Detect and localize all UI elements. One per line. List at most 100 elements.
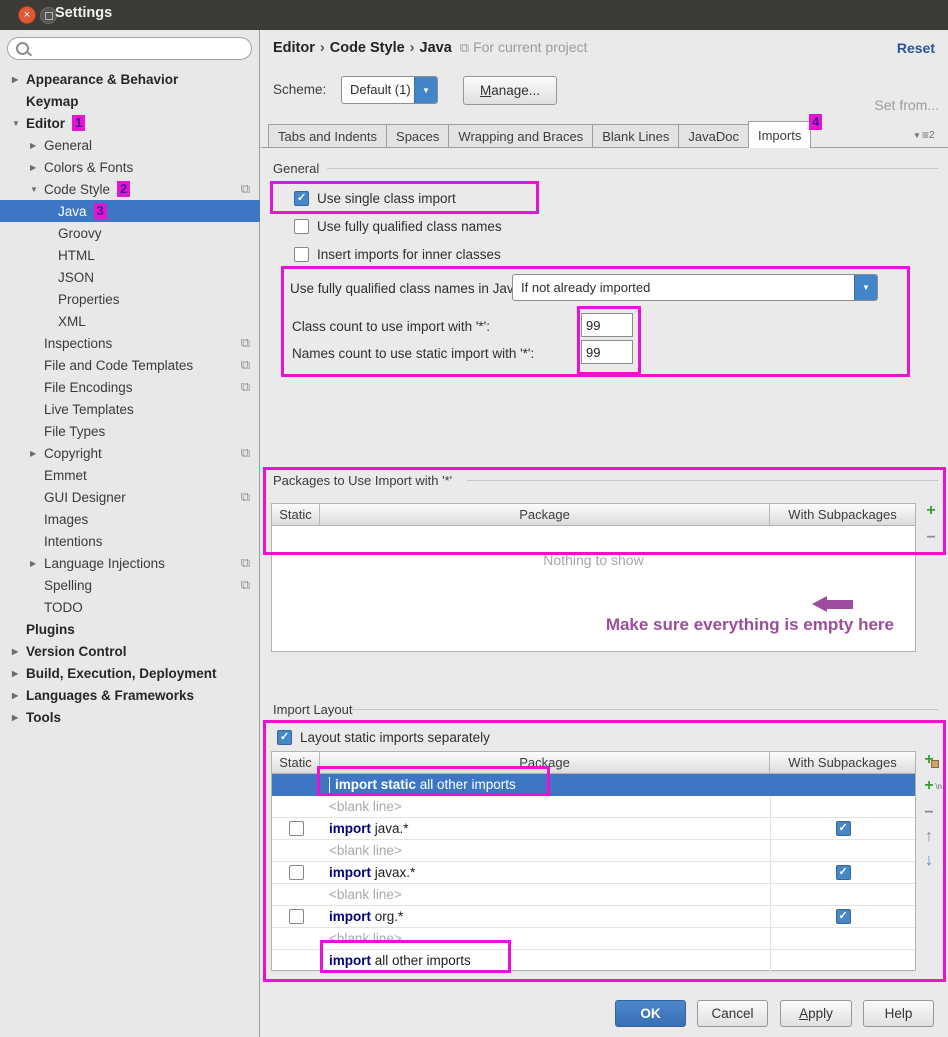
apply-button[interactable]: Apply	[780, 1000, 852, 1027]
chevron-down-icon[interactable]: ▼	[414, 77, 437, 103]
import-layout-blank-row[interactable]: <blank line>	[272, 884, 915, 906]
static-count-input[interactable]	[581, 340, 633, 364]
sidebar-item-file-and-code-templates[interactable]: File and Code Templates⧉	[0, 354, 260, 376]
sidebar-item-groovy[interactable]: Groovy	[0, 222, 260, 244]
sidebar-item-emmet[interactable]: Emmet	[0, 464, 260, 486]
sidebar-item-plugins[interactable]: Plugins	[0, 618, 260, 640]
search-box[interactable]	[7, 37, 252, 60]
tree-right-arrow-icon[interactable]: ▶	[12, 713, 26, 722]
tab-blank-lines[interactable]: Blank Lines	[592, 124, 679, 148]
search-input[interactable]	[34, 40, 251, 57]
sidebar-item-version-control[interactable]: ▶Version Control	[0, 640, 260, 662]
sidebar-item-spelling[interactable]: Spelling⧉	[0, 574, 260, 596]
close-icon[interactable]: ×	[18, 6, 36, 24]
sidebar-item-json[interactable]: JSON	[0, 266, 260, 288]
cancel-button[interactable]: Cancel	[697, 1000, 768, 1027]
tab-tabs-and-indents[interactable]: Tabs and Indents	[268, 124, 387, 148]
subpackages-checkbox[interactable]	[836, 909, 851, 924]
subpackages-checkbox[interactable]	[836, 865, 851, 880]
sidebar-item-general[interactable]: ▶General	[0, 134, 260, 156]
ok-button[interactable]: OK	[615, 1000, 686, 1027]
hidden-tabs-indicator[interactable]: ▼ ≡ 2	[913, 128, 935, 142]
remove-icon[interactable]: −	[920, 529, 942, 547]
sidebar-item-gui-designer[interactable]: GUI Designer⧉	[0, 486, 260, 508]
column-header-static[interactable]: Static	[272, 752, 320, 773]
layout-static-checkbox[interactable]	[277, 730, 292, 745]
breadcrumb-code-style[interactable]: Code Style	[330, 40, 405, 56]
tree-down-arrow-icon[interactable]: ▼	[30, 185, 44, 194]
static-checkbox[interactable]	[289, 821, 304, 836]
tree-right-arrow-icon[interactable]: ▶	[30, 559, 44, 568]
class-count-input[interactable]	[581, 313, 633, 337]
move-up-icon[interactable]: ↑	[918, 828, 940, 846]
sidebar-item-java[interactable]: Java3	[0, 200, 260, 222]
sidebar-item-build-execution-deployment[interactable]: ▶Build, Execution, Deployment	[0, 662, 260, 684]
chevron-down-icon[interactable]: ▼	[854, 275, 877, 300]
sidebar-item-editor[interactable]: ▼Editor1	[0, 112, 260, 134]
import-layout-row[interactable]: import static all other imports	[272, 774, 915, 796]
sidebar-item-live-templates[interactable]: Live Templates	[0, 398, 260, 420]
column-header-subpackages[interactable]: With Subpackages	[770, 752, 915, 773]
sidebar-item-keymap[interactable]: Keymap	[0, 90, 260, 112]
tree-right-arrow-icon[interactable]: ▶	[12, 691, 26, 700]
tree-right-arrow-icon[interactable]: ▶	[12, 647, 26, 656]
add-package-icon[interactable]: +	[918, 751, 940, 769]
sidebar-item-inspections[interactable]: Inspections⧉	[0, 332, 260, 354]
add-icon[interactable]: +	[920, 502, 942, 520]
sidebar-item-xml[interactable]: XML	[0, 310, 260, 332]
set-from-link[interactable]: Set from...	[874, 97, 939, 113]
sidebar-item-properties[interactable]: Properties	[0, 288, 260, 310]
column-header-static[interactable]: Static	[272, 504, 320, 525]
tab-imports[interactable]: Imports4	[748, 121, 811, 148]
reset-link[interactable]: Reset	[897, 40, 935, 56]
javadoc-select[interactable]: If not already imported ▼	[512, 274, 878, 301]
tree-right-arrow-icon[interactable]: ▶	[12, 75, 26, 84]
import-layout-row[interactable]: import javax.*	[272, 862, 915, 884]
tree-right-arrow-icon[interactable]: ▶	[30, 141, 44, 150]
static-checkbox[interactable]	[289, 865, 304, 880]
sidebar-item-code-style[interactable]: ▼Code Style2⧉	[0, 178, 260, 200]
import-layout-blank-row[interactable]: <blank line>	[272, 796, 915, 818]
column-header-package[interactable]: Package	[320, 752, 770, 773]
sidebar-item-intentions[interactable]: Intentions	[0, 530, 260, 552]
checkbox-use-fully-qualified-class-names[interactable]	[294, 219, 309, 234]
tab-spaces[interactable]: Spaces	[386, 124, 449, 148]
remove-icon[interactable]: −	[918, 804, 940, 822]
column-header-subpackages[interactable]: With Subpackages	[770, 504, 915, 525]
sidebar-item-file-encodings[interactable]: File Encodings⧉	[0, 376, 260, 398]
column-header-package[interactable]: Package	[320, 504, 770, 525]
sidebar-item-images[interactable]: Images	[0, 508, 260, 530]
sidebar-item-html[interactable]: HTML	[0, 244, 260, 266]
checkbox-use-single-class-import[interactable]	[294, 191, 309, 206]
import-layout-row[interactable]: import java.*	[272, 818, 915, 840]
sidebar-item-language-injections[interactable]: ▶Language Injections⧉	[0, 552, 260, 574]
tree-down-arrow-icon[interactable]: ▼	[12, 119, 26, 128]
static-checkbox[interactable]	[289, 909, 304, 924]
help-button[interactable]: Help	[863, 1000, 934, 1027]
sidebar-item-file-types[interactable]: File Types	[0, 420, 260, 442]
scheme-select[interactable]: Default (1) ▼	[341, 76, 438, 104]
sidebar-item-colors-fonts[interactable]: ▶Colors & Fonts	[0, 156, 260, 178]
static-cell	[272, 950, 320, 971]
tree-right-arrow-icon[interactable]: ▶	[12, 669, 26, 678]
sidebar-item-languages-frameworks[interactable]: ▶Languages & Frameworks	[0, 684, 260, 706]
import-layout-row[interactable]: import all other imports	[272, 950, 915, 972]
sidebar-item-copyright[interactable]: ▶Copyright⧉	[0, 442, 260, 464]
tab-javadoc[interactable]: JavaDoc	[678, 124, 749, 148]
checkbox-insert-imports-for-inner-classes[interactable]	[294, 247, 309, 262]
tree-right-arrow-icon[interactable]: ▶	[30, 449, 44, 458]
tree-right-arrow-icon[interactable]: ▶	[30, 163, 44, 172]
move-down-icon[interactable]: ↓	[918, 852, 940, 870]
breadcrumb-editor[interactable]: Editor	[273, 40, 315, 56]
import-layout-row[interactable]: import org.*	[272, 906, 915, 928]
manage-button[interactable]: Manage...	[463, 76, 557, 105]
import-layout-blank-row[interactable]: <blank line>	[272, 840, 915, 862]
import-layout-blank-row[interactable]: <blank line>	[272, 928, 915, 950]
sidebar-item-todo[interactable]: TODO	[0, 596, 260, 618]
sidebar-item-appearance-behavior[interactable]: ▶Appearance & Behavior	[0, 68, 260, 90]
sidebar-item-tools[interactable]: ▶Tools	[0, 706, 260, 728]
subpackages-checkbox[interactable]	[836, 821, 851, 836]
tab-wrapping-and-braces[interactable]: Wrapping and Braces	[448, 124, 593, 148]
add-blank-line-icon[interactable]: +\n	[918, 777, 940, 795]
sidebar-tree: ▶Appearance & BehaviorKeymap▼Editor1▶Gen…	[0, 68, 260, 728]
